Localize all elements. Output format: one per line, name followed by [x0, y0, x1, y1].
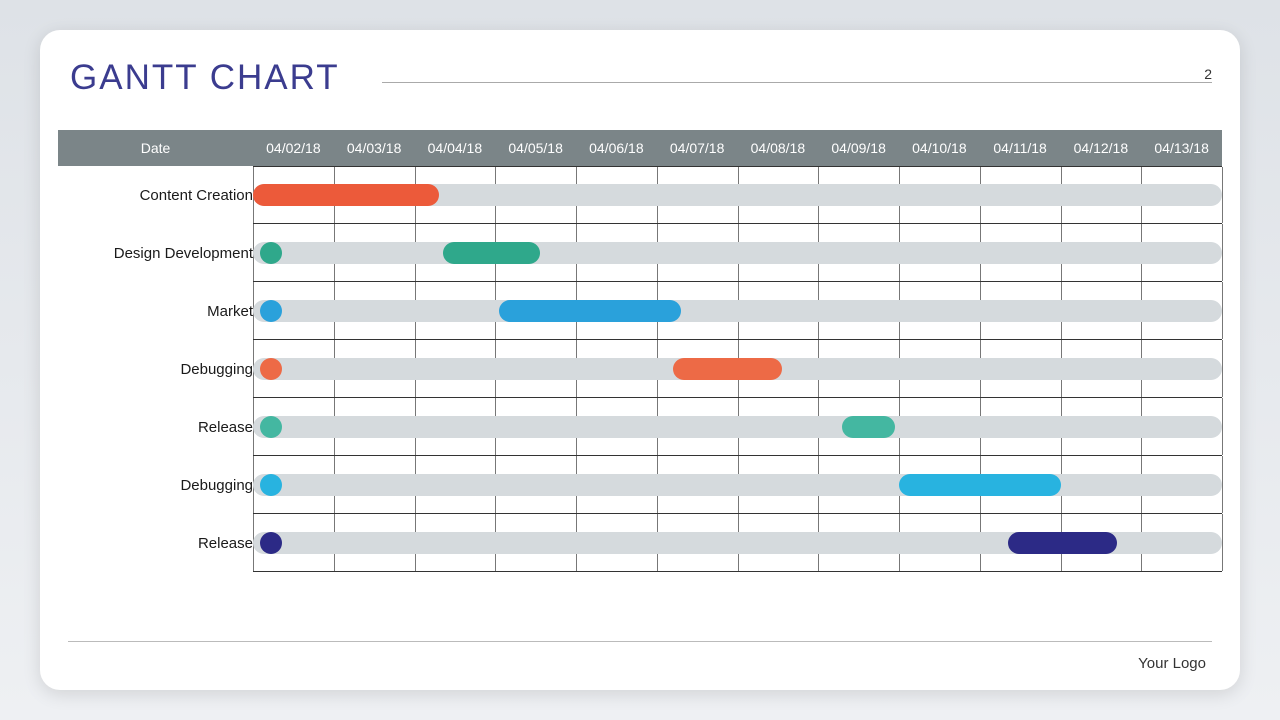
date-tick: 04/02/18: [253, 140, 334, 156]
task-label: Design Development: [58, 224, 261, 282]
date-tick: 04/11/18: [980, 140, 1061, 156]
footer-logo: Your Logo: [1138, 655, 1206, 672]
task-dot-icon: [260, 300, 282, 322]
task-bar: [842, 416, 894, 438]
gantt-row: Content Creation: [58, 166, 1222, 224]
page-number: 2: [1204, 66, 1212, 82]
date-tick: 04/06/18: [576, 140, 657, 156]
slide-card: GANTT CHART 2 Date 04/02/1804/03/1804/04…: [40, 30, 1240, 690]
task-label: Debugging: [58, 456, 261, 514]
gantt-chart: Date 04/02/1804/03/1804/04/1804/05/1804/…: [58, 130, 1222, 572]
gantt-rows: Content CreationDesign DevelopmentMarket…: [58, 166, 1222, 572]
gantt-row: Release: [58, 398, 1222, 456]
task-bar: [673, 358, 782, 380]
task-bar: [253, 184, 439, 206]
task-label: Debugging: [58, 340, 261, 398]
date-tick: 04/07/18: [657, 140, 738, 156]
gantt-row: Design Development: [58, 224, 1222, 282]
task-track: [253, 474, 1222, 496]
task-bar: [899, 474, 1061, 496]
footer-divider: [68, 641, 1212, 642]
date-tick: 04/08/18: [738, 140, 819, 156]
date-tick: 04/10/18: [899, 140, 980, 156]
task-track: [253, 242, 1222, 264]
date-tick: 04/09/18: [818, 140, 899, 156]
chart-title: GANTT CHART: [70, 58, 340, 98]
task-dot-icon: [260, 416, 282, 438]
task-label: Release: [58, 398, 261, 456]
task-dot-icon: [260, 474, 282, 496]
task-dot-icon: [260, 358, 282, 380]
date-tick: 04/04/18: [415, 140, 496, 156]
task-track: [253, 300, 1222, 322]
date-tick: 04/12/18: [1061, 140, 1142, 156]
gantt-row: Market: [58, 282, 1222, 340]
title-divider: [382, 82, 1212, 83]
date-tick: 04/03/18: [334, 140, 415, 156]
gantt-row: Debugging: [58, 340, 1222, 398]
task-label: Content Creation: [58, 166, 261, 224]
date-header-label: Date: [58, 140, 253, 156]
task-dot-icon: [260, 532, 282, 554]
task-label: Market: [58, 282, 261, 340]
gantt-row: Release: [58, 514, 1222, 572]
date-tick: 04/13/18: [1141, 140, 1222, 156]
gantt-row: Debugging: [58, 456, 1222, 514]
task-bar: [443, 242, 540, 264]
task-label: Release: [58, 514, 261, 572]
task-bar: [1008, 532, 1117, 554]
task-dot-icon: [260, 242, 282, 264]
task-bar: [499, 300, 681, 322]
task-track: [253, 416, 1222, 438]
date-header-row: Date 04/02/1804/03/1804/04/1804/05/1804/…: [58, 130, 1222, 166]
date-tick: 04/05/18: [495, 140, 576, 156]
